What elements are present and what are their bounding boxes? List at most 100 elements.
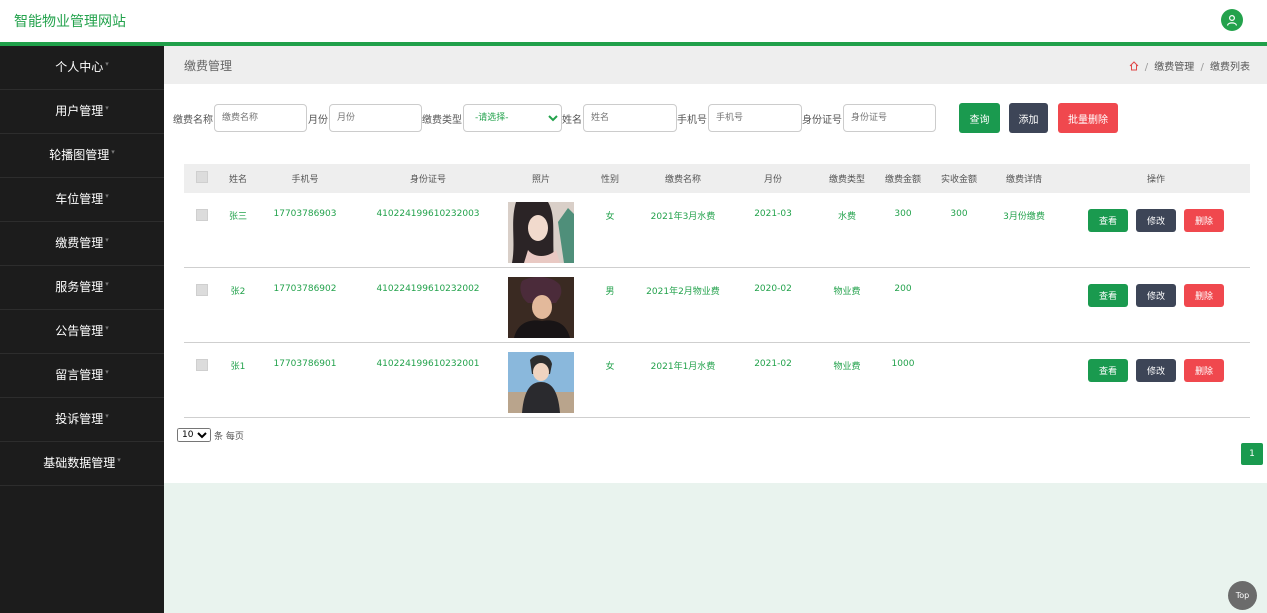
row-checkbox[interactable] xyxy=(196,209,208,221)
sidebar-item-parking[interactable]: 车位管理 ▾ xyxy=(0,178,164,222)
column-header: 缴费名称 xyxy=(664,175,701,185)
breadcrumb-separator: / xyxy=(1200,62,1204,73)
page-title: 缴费管理 xyxy=(184,59,233,73)
breadcrumb-item[interactable]: 缴费管理 xyxy=(1154,62,1194,73)
edit-button[interactable]: 修改 xyxy=(1136,284,1176,307)
cell-gender: 男 xyxy=(605,287,615,297)
sidebar: 个人中心 ▾ 用户管理 ▾ 轮播图管理 ▾ 车位管理 ▾ 缴费管理 ▾ 服务管理 ▾ 公告管… xyxy=(0,46,164,613)
sidebar-item-services[interactable]: 服务管理 ▾ xyxy=(0,266,164,310)
sidebar-item-label: 基础数据管理 xyxy=(43,456,116,470)
cell-month: 2021-03 xyxy=(754,209,792,219)
delete-button[interactable]: 删除 xyxy=(1184,359,1224,382)
delete-button[interactable]: 删除 xyxy=(1184,284,1224,307)
query-button[interactable]: 查询 xyxy=(959,103,1000,133)
cell-amount: 300 xyxy=(894,209,912,219)
select-all-checkbox[interactable] xyxy=(196,171,208,183)
top-bar: 智能物业管理网站 xyxy=(0,0,1267,46)
sidebar-item-basic-data[interactable]: 基础数据管理 ▾ xyxy=(0,442,164,486)
column-header: 操作 xyxy=(1146,175,1165,185)
fee-type-select[interactable]: -请选择- xyxy=(463,104,562,132)
cell-fee-name: 2021年3月水费 xyxy=(650,212,716,222)
sidebar-item-label: 缴费管理 xyxy=(55,236,104,250)
id-number-input[interactable] xyxy=(843,104,936,132)
column-header: 缴费金额 xyxy=(884,175,921,185)
caret-down-icon: ▾ xyxy=(117,456,121,464)
cell-detail xyxy=(986,343,1062,418)
cell-received: 300 xyxy=(950,209,968,219)
cell-received xyxy=(932,343,986,418)
cell-amount: 1000 xyxy=(891,359,915,369)
table-header-row: 姓名 手机号 身份证号 照片 性别 缴费名称 月份 缴费类型 缴费金额 实收金额… xyxy=(184,164,1250,193)
sidebar-item-label: 车位管理 xyxy=(55,192,104,206)
sidebar-item-personal-center[interactable]: 个人中心 ▾ xyxy=(0,46,164,90)
sidebar-item-users[interactable]: 用户管理 ▾ xyxy=(0,90,164,134)
cell-name: 张1 xyxy=(230,362,246,372)
view-button[interactable]: 查看 xyxy=(1088,284,1128,307)
column-header: 手机号 xyxy=(291,175,319,185)
cell-fee-type: 物业费 xyxy=(833,287,861,297)
phone-input[interactable] xyxy=(708,104,802,132)
cell-detail xyxy=(986,268,1062,343)
caret-down-icon: ▾ xyxy=(111,148,115,156)
user-photo[interactable] xyxy=(508,352,574,413)
sidebar-item-label: 公告管理 xyxy=(55,324,104,338)
home-icon[interactable] xyxy=(1129,61,1139,74)
cell-received xyxy=(932,268,986,343)
sidebar-item-messages[interactable]: 留言管理 ▾ xyxy=(0,354,164,398)
sidebar-item-carousel[interactable]: 轮播图管理 ▾ xyxy=(0,134,164,178)
fee-type-label: 缴费类型 xyxy=(422,114,462,126)
row-actions: 查看 修改 删除 xyxy=(1088,284,1224,307)
phone-label: 手机号 xyxy=(677,114,707,126)
table-row: 张1 17703786901 410224199610232001 女 2021… xyxy=(184,343,1250,418)
caret-down-icon: ▾ xyxy=(105,324,109,332)
breadcrumb: / 缴费管理 / 缴费列表 xyxy=(1129,58,1250,74)
sidebar-item-label: 个人中心 xyxy=(55,60,104,74)
pagination-page-button[interactable]: 1 xyxy=(1241,443,1263,465)
cell-amount: 200 xyxy=(894,284,912,294)
column-header: 实收金额 xyxy=(940,175,977,185)
sidebar-item-label: 轮播图管理 xyxy=(49,148,110,162)
table-row: 张2 17703786902 410224199610232002 男 2021… xyxy=(184,268,1250,343)
user-avatar-button[interactable] xyxy=(1221,9,1243,31)
batch-delete-button[interactable]: 批量删除 xyxy=(1058,103,1118,133)
month-input[interactable] xyxy=(329,104,422,132)
add-button[interactable]: 添加 xyxy=(1009,103,1048,133)
search-filter-bar: 缴费名称 月份 缴费类型 -请选择- 姓名 手机号 身份证号 查询 添加 批量删… xyxy=(173,103,1118,133)
cell-phone: 17703786903 xyxy=(273,209,337,219)
caret-down-icon: ▾ xyxy=(105,368,109,376)
sidebar-item-label: 用户管理 xyxy=(55,104,104,118)
sidebar-item-label: 留言管理 xyxy=(55,368,104,382)
row-checkbox[interactable] xyxy=(196,284,208,296)
scroll-top-button[interactable]: Top xyxy=(1228,581,1257,610)
caret-down-icon: ▾ xyxy=(105,192,109,200)
name-input[interactable] xyxy=(583,104,677,132)
id-number-label: 身份证号 xyxy=(802,114,842,126)
table-row: 张三 17703786903 410224199610232003 女 2021… xyxy=(184,193,1250,268)
page-size-control: 10 条 每页 xyxy=(177,428,244,442)
sidebar-item-payments[interactable]: 缴费管理 ▾ xyxy=(0,222,164,266)
caret-down-icon: ▾ xyxy=(105,280,109,288)
user-photo[interactable] xyxy=(508,202,574,263)
breadcrumb-separator: / xyxy=(1144,62,1149,73)
month-label: 月份 xyxy=(308,114,328,126)
sidebar-item-label: 服务管理 xyxy=(55,280,104,294)
user-photo[interactable] xyxy=(508,277,574,338)
view-button[interactable]: 查看 xyxy=(1088,359,1128,382)
sidebar-item-complaints[interactable]: 投诉管理 ▾ xyxy=(0,398,164,442)
cell-month: 2020-02 xyxy=(754,284,792,294)
row-checkbox[interactable] xyxy=(196,359,208,371)
fee-name-label: 缴费名称 xyxy=(173,114,213,126)
delete-button[interactable]: 删除 xyxy=(1184,209,1224,232)
row-actions: 查看 修改 删除 xyxy=(1088,209,1224,232)
view-button[interactable]: 查看 xyxy=(1088,209,1128,232)
cell-name: 张2 xyxy=(230,287,246,297)
sidebar-item-label: 投诉管理 xyxy=(55,412,104,426)
sidebar-item-announcements[interactable]: 公告管理 ▾ xyxy=(0,310,164,354)
payments-table: 姓名 手机号 身份证号 照片 性别 缴费名称 月份 缴费类型 缴费金额 实收金额… xyxy=(184,164,1250,418)
edit-button[interactable]: 修改 xyxy=(1136,209,1176,232)
edit-button[interactable]: 修改 xyxy=(1136,359,1176,382)
fee-name-input[interactable] xyxy=(214,104,307,132)
column-header: 照片 xyxy=(531,175,550,185)
cell-fee-name: 2021年1月水费 xyxy=(650,362,716,372)
page-size-select[interactable]: 10 xyxy=(177,428,211,442)
